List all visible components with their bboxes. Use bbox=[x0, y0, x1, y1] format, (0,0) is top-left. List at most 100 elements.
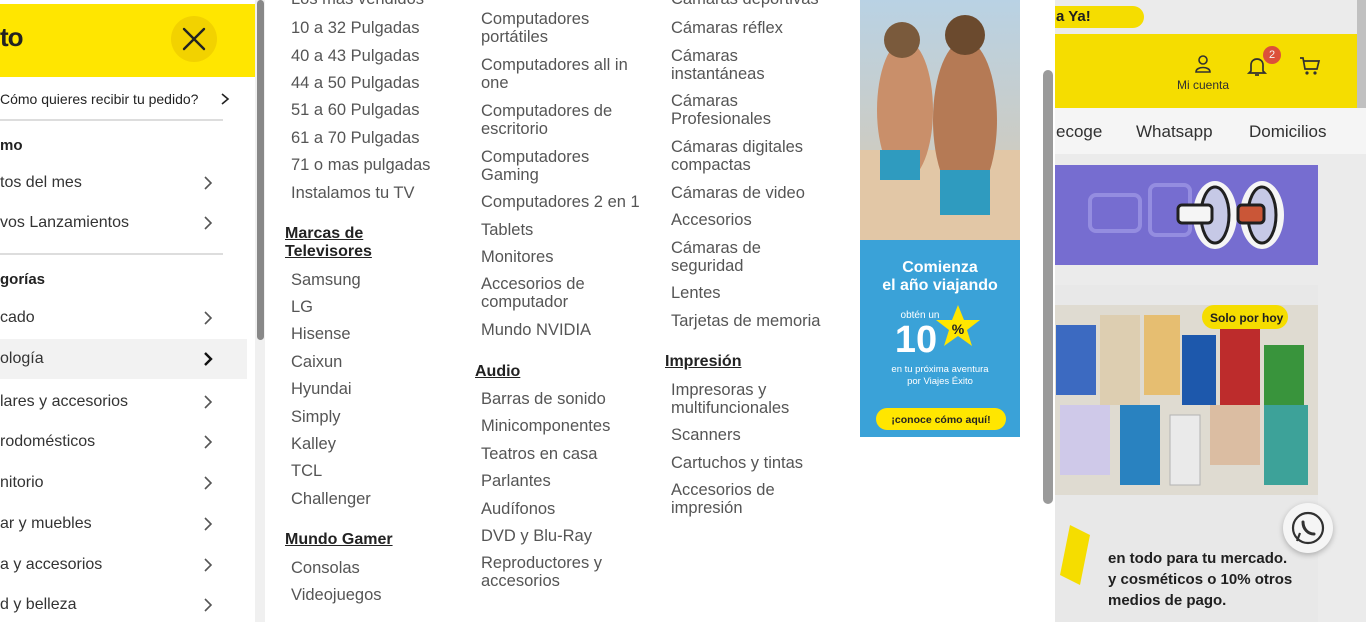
ad-percent: % bbox=[952, 321, 965, 337]
menu-link[interactable]: Cámaras réflex bbox=[671, 19, 783, 37]
menu-link[interactable]: Tablets bbox=[481, 221, 533, 239]
drawer-item-dormitorio[interactable]: nitorio bbox=[0, 463, 247, 503]
menu-link[interactable]: Tarjetas de memoria bbox=[671, 312, 820, 330]
chevron-right-icon bbox=[204, 216, 213, 230]
drawer-item-salud-belleza[interactable]: d y belleza bbox=[0, 585, 247, 625]
menu-link[interactable]: Computadores Gaming bbox=[481, 148, 641, 184]
drawer-item-tecnologia[interactable]: ología bbox=[0, 339, 247, 379]
menu-link[interactable]: Scanners bbox=[671, 426, 741, 444]
drawer-item-lanzamientos[interactable]: vos Lanzamientos bbox=[0, 203, 247, 243]
divider bbox=[0, 119, 223, 121]
menu-link[interactable]: 71 o mas pulgadas bbox=[291, 156, 430, 174]
menu-link[interactable]: Computadores portátiles bbox=[481, 10, 641, 46]
menu-heading-marcas-tv[interactable]: Marcas de Televisores bbox=[285, 225, 395, 261]
drawer-item-label: lares y accesorios bbox=[0, 393, 129, 410]
menu-link[interactable]: 61 a 70 Pulgadas bbox=[291, 129, 419, 147]
drawer-scrollbar-thumb[interactable] bbox=[257, 0, 264, 340]
drawer-item-label: tos del mes bbox=[0, 174, 82, 191]
drawer-item-label: rodomésticos bbox=[0, 433, 96, 450]
chevron-right-icon bbox=[221, 93, 230, 105]
drawer-item-destacados[interactable]: tos del mes bbox=[0, 163, 247, 203]
menu-link[interactable]: 44 a 50 Pulgadas bbox=[291, 74, 419, 92]
drawer-item-mercado[interactable]: cado bbox=[0, 298, 247, 338]
chevron-right-icon bbox=[204, 517, 213, 531]
menu-link[interactable]: Reproductores y accesorios bbox=[481, 554, 631, 590]
menu-link[interactable]: Cámaras instantáneas bbox=[671, 47, 801, 83]
menu-link[interactable]: Hyundai bbox=[291, 380, 352, 398]
overlay-scrim[interactable] bbox=[1050, 0, 1366, 622]
close-icon bbox=[182, 27, 206, 51]
menu-link[interactable]: Cartuchos y tintas bbox=[671, 454, 803, 472]
drawer-item-label: ología bbox=[0, 350, 44, 367]
menu-link[interactable]: Cámaras deportivas bbox=[671, 0, 819, 8]
menu-link[interactable]: Cámaras digitales compactas bbox=[671, 138, 841, 174]
ad-line-1: Comienza bbox=[902, 259, 978, 276]
ad-line-2: el año viajando bbox=[882, 277, 998, 294]
menu-link[interactable]: Parlantes bbox=[481, 472, 551, 490]
menu-link[interactable]: Audífonos bbox=[481, 500, 555, 518]
category-drawer: to Cómo quieres recibir tu pedido? mo to… bbox=[0, 0, 255, 622]
menu-link[interactable]: TCL bbox=[291, 462, 322, 480]
menu-link[interactable]: Computadores all in one bbox=[481, 56, 656, 92]
drawer-item-label: a y accesorios bbox=[0, 556, 103, 573]
menu-link[interactable]: Cámaras Profesionales bbox=[671, 92, 801, 128]
travel-ad-banner[interactable]: Comienza el año viajando obtén un 10 % e… bbox=[860, 0, 1020, 437]
delivery-label: Cómo quieres recibir tu pedido? bbox=[0, 91, 199, 107]
menu-link[interactable]: Computadores de escritorio bbox=[481, 102, 641, 138]
menu-heading-audio[interactable]: Audio bbox=[475, 363, 520, 381]
menu-link[interactable]: Lentes bbox=[671, 284, 721, 302]
menu-link[interactable]: Simply bbox=[291, 408, 341, 426]
menu-link[interactable]: Accesorios bbox=[671, 211, 752, 229]
ad-line-4: en tu próxima aventura bbox=[891, 364, 989, 375]
menu-heading-mundo-gamer[interactable]: Mundo Gamer bbox=[285, 531, 393, 549]
menu-link[interactable]: Monitores bbox=[481, 248, 553, 266]
menu-link[interactable]: Cámaras de seguridad bbox=[671, 239, 801, 275]
menu-link[interactable]: Challenger bbox=[291, 490, 371, 508]
menu-link[interactable]: Impresoras y multifuncionales bbox=[671, 381, 821, 417]
menu-link[interactable]: Minicomponentes bbox=[481, 417, 610, 435]
menu-link[interactable]: Barras de sonido bbox=[481, 390, 606, 408]
menu-link[interactable]: 10 a 32 Pulgadas bbox=[291, 19, 419, 37]
drawer-item-label: cado bbox=[0, 309, 35, 326]
menu-link[interactable]: Consolas bbox=[291, 559, 360, 577]
menu-link[interactable]: Caixun bbox=[291, 353, 342, 371]
chevron-right-icon bbox=[204, 435, 213, 449]
chevron-right-icon bbox=[204, 395, 213, 409]
menu-link[interactable]: Videojuegos bbox=[291, 586, 382, 604]
drawer-item-celulares[interactable]: lares y accesorios bbox=[0, 382, 247, 422]
menu-link[interactable]: Computadores 2 en 1 bbox=[481, 193, 661, 211]
menu-link[interactable]: Los más vendidos bbox=[291, 0, 424, 8]
menu-link[interactable]: LG bbox=[291, 298, 313, 316]
chevron-right-icon bbox=[204, 558, 213, 572]
menu-link[interactable]: Instalamos tu TV bbox=[291, 184, 415, 202]
menu-link[interactable]: Kalley bbox=[291, 435, 336, 453]
drawer-item-label: d y belleza bbox=[0, 596, 77, 613]
menu-link[interactable]: 51 a 60 Pulgadas bbox=[291, 101, 419, 119]
section-title-categorias: gorías bbox=[0, 271, 46, 288]
drawer-item-moda[interactable]: a y accesorios bbox=[0, 545, 247, 585]
menu-link[interactable]: DVD y Blu-Ray bbox=[481, 527, 592, 545]
menu-heading-impresion[interactable]: Impresión bbox=[665, 353, 741, 371]
section-title-promo: mo bbox=[0, 137, 23, 154]
chevron-right-icon bbox=[204, 352, 213, 366]
menu-link[interactable]: Teatros en casa bbox=[481, 445, 597, 463]
menu-link[interactable]: Mundo NVIDIA bbox=[481, 321, 591, 339]
brand-logo[interactable]: to bbox=[0, 22, 24, 53]
ad-big-number: 10 bbox=[895, 319, 937, 361]
drawer-item-hogar[interactable]: ar y muebles bbox=[0, 504, 247, 544]
menu-link[interactable]: 40 a 43 Pulgadas bbox=[291, 47, 419, 65]
ad-cta[interactable]: ¡conoce cómo aquí! bbox=[891, 414, 990, 426]
menu-link[interactable]: Samsung bbox=[291, 271, 361, 289]
drawer-item-electrodomesticos[interactable]: rodomésticos bbox=[0, 422, 247, 462]
menu-link[interactable]: Cámaras de video bbox=[671, 184, 805, 202]
divider bbox=[0, 253, 223, 255]
delivery-option[interactable]: Cómo quieres recibir tu pedido? bbox=[0, 88, 240, 110]
close-button[interactable] bbox=[171, 16, 217, 62]
menu-link[interactable]: Accesorios de computador bbox=[481, 275, 631, 311]
drawer-item-label: ar y muebles bbox=[0, 515, 92, 532]
menu-link[interactable]: Hisense bbox=[291, 325, 351, 343]
menu-link[interactable]: Accesorios de impresión bbox=[671, 481, 801, 517]
ad-line-5: por Viajes Éxito bbox=[907, 376, 973, 387]
menu-scrollbar-thumb[interactable] bbox=[1043, 70, 1053, 504]
drawer-item-label: vos Lanzamientos bbox=[0, 214, 129, 231]
